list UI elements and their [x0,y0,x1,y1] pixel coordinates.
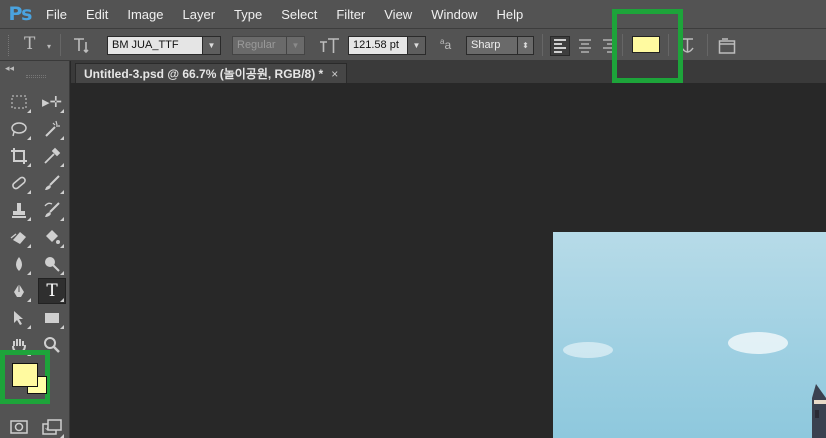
menu-image[interactable]: Image [127,7,163,22]
rectangle-tool-icon[interactable] [39,306,65,330]
pen-tool-icon[interactable] [6,279,32,303]
quick-mask-icon[interactable] [6,415,32,438]
panel-collapse-icon[interactable]: ◂◂ [5,63,14,74]
align-left-button[interactable] [550,36,570,56]
close-icon[interactable]: × [331,67,338,81]
menu-edit[interactable]: Edit [86,7,108,22]
building-tower [812,384,826,438]
options-separator [707,34,708,56]
document-tab-bar: Untitled-3.psd @ 66.7% (놀이공원, RGB/8) * × [71,61,826,83]
font-size-icon [319,37,341,58]
eraser-tool-icon[interactable] [6,225,32,249]
document-tab[interactable]: Untitled-3.psd @ 66.7% (놀이공원, RGB/8) * × [75,63,348,83]
font-size-chevron-down-icon[interactable]: ▼ [408,36,426,55]
image-canvas[interactable] [553,232,826,438]
menu-view[interactable]: View [384,7,412,22]
foreground-color-swatch[interactable] [12,363,38,387]
menu-window[interactable]: Window [431,7,477,22]
font-style-chevron-down-icon[interactable]: ▼ [287,36,305,55]
panel-grip[interactable] [26,75,46,78]
highlight-text-color-box [612,9,683,83]
paint-bucket-tool-icon[interactable] [39,225,65,249]
document-tab-title: Untitled-3.psd @ 66.7% (놀이공원, RGB/8) * [84,67,324,81]
menu-help[interactable]: Help [496,7,523,22]
options-separator [60,34,61,56]
options-bar-grip[interactable] [8,35,11,56]
lasso-tool-icon[interactable] [6,117,32,141]
font-style-select[interactable]: Regular [232,36,287,55]
move-tool-icon[interactable]: ▸✛ [39,90,65,114]
type-tool-icon[interactable]: T [24,36,35,53]
options-bar: T ▾ BM JUA_TTF ▼ Regular ▼ 121.58 pt ▼ a… [0,28,826,61]
menu-type[interactable]: Type [234,7,262,22]
crop-tool-icon[interactable] [6,144,32,168]
blur-tool-icon[interactable] [6,252,32,276]
history-brush-tool-icon[interactable] [39,198,65,222]
magic-wand-tool-icon[interactable] [39,117,65,141]
antialias-icon: aa [440,37,452,52]
sky-cloud [728,332,788,354]
font-family-chevron-down-icon[interactable]: ▼ [203,36,221,55]
sky-cloud [563,342,613,358]
text-orientation-icon[interactable] [72,36,90,58]
font-size-input[interactable]: 121.58 pt [348,36,408,55]
menu-items: File Edit Image Layer Type Select Filter… [46,7,542,22]
screen-mode-icon[interactable] [39,415,65,438]
brush-tool-icon[interactable] [39,171,65,195]
menu-file[interactable]: File [46,7,67,22]
character-panel-icon[interactable] [718,38,736,57]
tool-preset-chevron-down-icon[interactable]: ▾ [47,42,51,51]
eyedropper-tool-icon[interactable] [39,144,65,168]
clone-stamp-tool-icon[interactable] [6,198,32,222]
options-separator [542,34,543,56]
type-tool-button[interactable]: T [38,278,66,304]
photoshop-logo: Ps [8,3,33,25]
antialias-select[interactable]: Sharp [466,36,518,55]
dodge-tool-icon[interactable] [39,252,65,276]
path-selection-tool-icon[interactable] [6,306,32,330]
menu-bar: Ps File Edit Image Layer Type Select Fil… [0,0,826,28]
menu-select[interactable]: Select [281,7,317,22]
align-center-button[interactable] [575,36,595,56]
marquee-tool-icon[interactable] [6,90,32,114]
type-tool-glyph: T [46,281,58,301]
font-family-select[interactable]: BM JUA_TTF [107,36,203,55]
menu-filter[interactable]: Filter [336,7,365,22]
healing-brush-tool-icon[interactable] [6,171,32,195]
menu-layer[interactable]: Layer [183,7,216,22]
antialias-updown-icon[interactable]: ⬍ [518,36,534,55]
